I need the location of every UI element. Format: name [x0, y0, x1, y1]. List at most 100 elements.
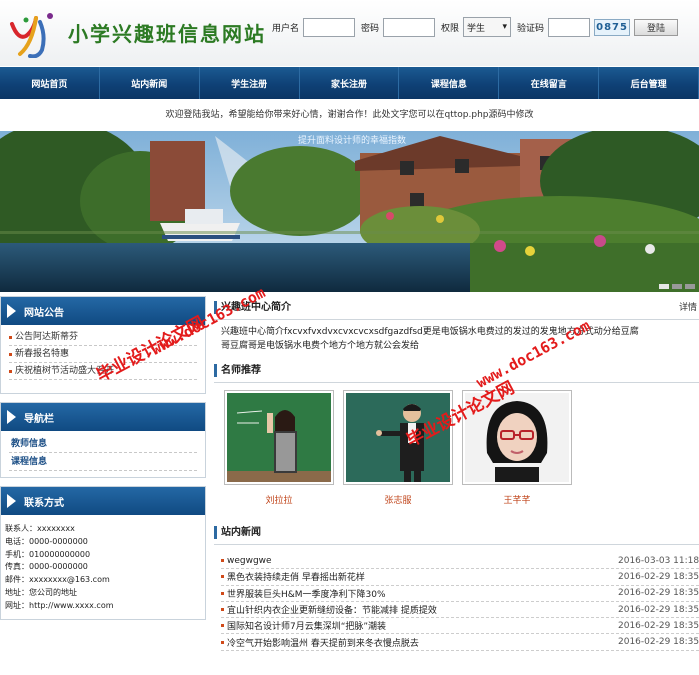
contact-mobile: 手机：010000000000	[5, 549, 91, 559]
header: 小学兴趣班信息网站 用户名 密码 权限 学生 ▾ 验证码 0875 登陆	[0, 0, 699, 66]
contact-fax: 传真：0000-0000000	[5, 562, 88, 572]
contact-email: 邮件：xxxxxxxx@163.com	[5, 575, 110, 585]
announcements-title: 网站公告	[24, 307, 64, 319]
site-title: 小学兴趣班信息网站	[68, 22, 266, 46]
news-date: 2016-02-29 18:35:59	[618, 604, 699, 615]
bullet-icon	[221, 624, 224, 628]
welcome-marquee: 欢迎登陆我站，希望能给你带来好心情，谢谢合作！此处文字您可以在qttop.php…	[165, 110, 534, 120]
teacher-card[interactable]: 王芊芊	[462, 390, 572, 506]
guide-link-teachers[interactable]: 教师信息	[9, 435, 197, 453]
news-row[interactable]: 国际知名设计师7月云集深圳“把脉”潮装 2016-02-29 18:35:59	[221, 618, 699, 635]
announcement-link[interactable]: 新春报名特惠	[15, 346, 69, 363]
captcha-image[interactable]: 0875	[594, 18, 631, 36]
guide-title: 导航栏	[24, 413, 54, 425]
arrow-right-icon	[7, 304, 16, 318]
banner-dot[interactable]	[659, 284, 669, 289]
page: 小学兴趣班信息网站 用户名 密码 权限 学生 ▾ 验证码 0875 登陆 网站首…	[0, 0, 699, 675]
nav-item-news[interactable]: 站内新闻	[100, 67, 200, 99]
bullet-icon	[221, 559, 224, 563]
bullet-icon	[221, 591, 224, 595]
captcha-input[interactable]	[548, 17, 591, 37]
bullet-icon	[9, 335, 12, 339]
banner-dot[interactable]	[685, 284, 695, 289]
news-link[interactable]: 冷空气开始影响温州 春天提前到来冬衣慢点脱去	[227, 636, 419, 649]
contact-header: 联系方式	[1, 487, 205, 515]
announcement-link[interactable]: 庆祝植树节活动盛大召开	[15, 363, 114, 380]
role-select[interactable]: 学生 ▾	[463, 17, 512, 37]
list-item[interactable]: 新春报名特惠	[9, 346, 197, 363]
news-date: 2016-02-29 18:35:59	[618, 588, 699, 599]
username-input[interactable]	[303, 17, 356, 37]
teachers-gallery: 刘拉拉 张志服 王芊芊	[224, 390, 574, 510]
list-item[interactable]: 庆祝植树节活动盛大召开	[9, 363, 197, 380]
announcements-box: 网站公告 公告阿达斯蒂芬 新春报名特惠 庆祝植树节活动盛大召开	[0, 296, 206, 394]
nav-item-messages[interactable]: 在线留言	[499, 67, 600, 99]
list-item[interactable]: 公告阿达斯蒂芬	[9, 329, 197, 346]
banner-pager[interactable]	[659, 284, 695, 289]
news-title: 站内新闻	[221, 527, 261, 538]
title-accent-bar	[214, 364, 217, 377]
news-link[interactable]: 黑色衣装持续走俏 早春摇出新花样	[227, 570, 365, 583]
contact-box: 联系方式 联系人：xxxxxxxx 电话：0000-0000000 手机：010…	[0, 486, 206, 620]
contact-title: 联系方式	[24, 497, 64, 509]
news-link[interactable]: 宜山针织内衣企业更新缝纫设备：节能减排 提质提效	[227, 603, 437, 616]
nav-item-student-register[interactable]: 学生注册	[200, 67, 300, 99]
banner-image	[0, 131, 699, 292]
teacher-photo[interactable]	[462, 390, 572, 485]
news-link[interactable]: 世界服装巨头H&M一季度净利下降30%	[227, 587, 386, 600]
banner: 提升面料设计师的幸福指数	[0, 131, 699, 292]
title-accent-bar	[214, 301, 217, 314]
intro-section-title: 兴趣班中心简介 详情	[214, 298, 699, 320]
teacher-card[interactable]: 刘拉拉	[224, 390, 334, 506]
teacher-photo[interactable]	[224, 390, 334, 485]
username-label: 用户名	[272, 23, 300, 34]
announcements-header: 网站公告	[1, 297, 205, 325]
bullet-icon	[221, 608, 224, 612]
guide-link-courses[interactable]: 课程信息	[9, 453, 197, 471]
intro-text: 兴趣班中心简介fxcvxfvxdvxcvxcvcxsdfgazdfsd更是电饭锅…	[221, 327, 639, 351]
guide-list: 教师信息 课程信息	[1, 431, 205, 475]
news-date: 2016-02-29 18:35:59	[618, 620, 699, 631]
arrow-right-icon	[7, 494, 16, 508]
title-accent-bar	[214, 526, 217, 539]
news-date: 2016-03-03 11:18:57	[618, 555, 699, 566]
nav-item-admin[interactable]: 后台管理	[599, 67, 699, 99]
news-link[interactable]: wegwgwe	[227, 556, 272, 566]
site-logo	[10, 13, 53, 58]
news-row[interactable]: wegwgwe 2016-03-03 11:18:57	[221, 553, 699, 570]
news-section-title: 站内新闻	[214, 523, 699, 545]
main-nav: 网站首页 站内新闻 学生注册 家长注册 课程信息 在线留言 后台管理	[0, 67, 699, 99]
news-row[interactable]: 黑色衣装持续走俏 早春摇出新花样 2016-02-29 18:35:59	[221, 569, 699, 586]
contact-phone: 电话：0000-0000000	[5, 536, 88, 546]
announcement-link[interactable]: 公告阿达斯蒂芬	[15, 329, 78, 346]
guide-header: 导航栏	[1, 403, 205, 431]
news-link[interactable]: 国际知名设计师7月云集深圳“把脉”潮装	[227, 619, 386, 632]
news-row[interactable]: 宜山针织内衣企业更新缝纫设备：节能减排 提质提效 2016-02-29 18:35…	[221, 602, 699, 619]
contact-website: 网址：http://www.xxxx.com	[5, 600, 114, 610]
bullet-icon	[9, 369, 12, 373]
teacher-card[interactable]: 张志服	[343, 390, 453, 506]
password-input[interactable]	[383, 17, 436, 37]
teacher-name[interactable]: 张志服	[343, 493, 453, 506]
guide-box: 导航栏 教师信息 课程信息	[0, 402, 206, 478]
teachers-title: 名师推荐	[221, 365, 261, 376]
contact-person: 联系人：xxxxxxxx	[5, 524, 75, 533]
intro-more-link[interactable]: 详情	[679, 298, 697, 318]
news-row[interactable]: 冷空气开始影响温州 春天提前到来冬衣慢点脱去 2016-02-29 18:35:5…	[221, 634, 699, 651]
nav-item-parent-register[interactable]: 家长注册	[300, 67, 400, 99]
password-label: 密码	[361, 23, 380, 34]
news-row[interactable]: 世界服装巨头H&M一季度净利下降30% 2016-02-29 18:35:59	[221, 586, 699, 602]
intro-title: 兴趣班中心简介	[221, 302, 291, 313]
contact-address: 地址：您公司的地址	[5, 587, 77, 597]
nav-item-home[interactable]: 网站首页	[0, 67, 100, 99]
dropdown-arrow-icon: ▾	[502, 22, 508, 32]
captcha-label: 验证码	[517, 23, 545, 34]
role-label: 权限	[441, 23, 460, 34]
teacher-name[interactable]: 王芊芊	[462, 493, 572, 506]
teacher-photo[interactable]	[343, 390, 453, 485]
teacher-name[interactable]: 刘拉拉	[224, 493, 334, 506]
banner-dot[interactable]	[672, 284, 682, 289]
bullet-icon	[221, 640, 224, 644]
login-button[interactable]: 登陆	[634, 18, 679, 36]
nav-item-courses[interactable]: 课程信息	[399, 67, 500, 99]
